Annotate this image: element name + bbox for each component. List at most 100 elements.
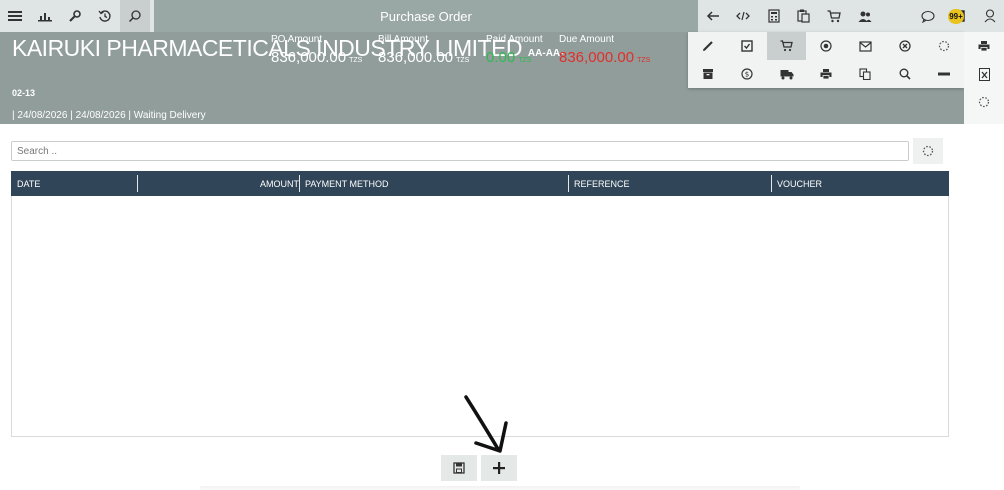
notification-badge: 99+ [948,9,964,24]
record-button[interactable] [806,32,845,60]
tools-button[interactable] [60,0,90,32]
loading-button[interactable] [925,32,964,60]
paid-amount: Paid Amount 0.00 TZS [486,34,543,67]
remove-button[interactable] [925,60,964,88]
calculator-icon [768,9,780,23]
bill-amount-value: 836,000.00 [378,49,454,66]
excel-icon [978,67,990,81]
column-amount[interactable]: AMOUNT [260,171,299,196]
cancel-circle-icon [899,40,911,52]
approve-button[interactable] [727,32,766,60]
wrench-icon [69,10,81,22]
user-icon [984,9,996,23]
column-date[interactable]: DATE [17,171,40,196]
delivery-button[interactable] [767,60,806,88]
pencil-icon [702,41,713,51]
history-button[interactable] [90,0,120,32]
code-button[interactable] [728,0,758,32]
table-header: DATE AMOUNT PAYMENT METHOD REFERENCE VOU… [11,171,949,196]
users-button[interactable] [849,0,879,32]
empty-slot [880,0,913,32]
users-icon [858,11,872,22]
bill-amount: Bill Amount 836,000.00 TZS [378,34,469,67]
annotation-arrow-icon [464,395,508,453]
due-amount: Due Amount 836,000.00 TZS [559,34,650,67]
print-button[interactable] [806,60,845,88]
archive-button[interactable] [688,60,727,88]
po-amount-currency: TZS [349,57,363,64]
refresh-button[interactable] [913,138,943,164]
search-button[interactable] [120,0,150,32]
edit-button[interactable] [688,32,727,60]
dollar-icon: $ [741,68,753,80]
email-button[interactable] [846,32,885,60]
copy-icon [859,68,871,80]
archive-icon [702,69,713,79]
chart-button[interactable] [30,0,60,32]
column-divider [568,175,569,192]
envelope-icon [859,40,872,52]
due-amount-value: 836,000.00 [559,49,635,66]
document-meta: | 24/08/2026 | 24/08/2026 | Waiting Deli… [12,110,206,121]
side-print-button[interactable] [964,32,1004,60]
clipboard-button[interactable] [789,0,819,32]
export-excel-button[interactable] [964,60,1004,88]
spinner-icon [978,96,990,108]
chat-icon [921,10,935,23]
back-arrow-icon [707,11,720,21]
check-square-icon [741,40,753,52]
search-icon [899,68,911,80]
toolbar-left [0,0,154,32]
cart-action-button[interactable] [766,32,807,60]
column-voucher[interactable]: VOUCHER [777,171,822,196]
bill-amount-currency: TZS [456,57,470,64]
paid-amount-value: 0.00 [486,49,516,66]
paid-amount-label: Paid Amount [486,34,543,45]
column-divider [299,175,300,192]
due-amount-label: Due Amount [559,34,615,45]
back-button[interactable] [698,0,728,32]
user-button[interactable] [973,0,1003,32]
search-icon [128,10,141,23]
column-divider [137,175,138,192]
plus-icon [493,462,505,474]
cart-icon [780,40,793,52]
cart-button[interactable] [819,0,849,32]
truck-icon [780,69,794,79]
po-amount-label: PO Amount [271,34,323,45]
po-amount-value: 836,000.00 [271,49,347,66]
menu-button[interactable] [0,0,30,32]
bill-amount-label: Bill Amount [378,34,429,45]
payment-button[interactable]: $ [727,60,766,88]
column-divider [771,175,772,192]
column-reference[interactable]: REFERENCE [574,171,630,196]
svg-text:$: $ [745,71,749,79]
spinner-icon [922,145,934,157]
paid-amount-currency: TZS [518,57,532,64]
po-amount: PO Amount 836,000.00 TZS [271,34,362,67]
history-icon [98,10,111,22]
chart-icon [38,13,52,22]
cancel-button[interactable] [885,32,924,60]
bottom-shadow [200,486,800,490]
chat-button[interactable] [913,0,943,32]
window-title: Purchase Order [380,8,472,24]
spinner-icon [939,40,950,52]
calculator-button[interactable] [759,0,789,32]
minus-icon [938,72,951,76]
column-payment-method[interactable]: PAYMENT METHOD [305,171,389,196]
side-loading-button[interactable] [964,88,1004,116]
copy-button[interactable] [846,60,885,88]
search-input[interactable] [11,141,909,161]
document-code: 02-13 [12,88,36,98]
save-icon [453,462,465,474]
cart-icon [827,9,842,22]
menu-icon [8,11,22,21]
find-button[interactable] [885,60,924,88]
actions-panel: $ [688,32,964,88]
print-icon [978,41,990,52]
record-icon [820,40,832,52]
print-icon [820,69,832,80]
side-actions [964,32,1004,124]
code-icon [736,11,751,21]
